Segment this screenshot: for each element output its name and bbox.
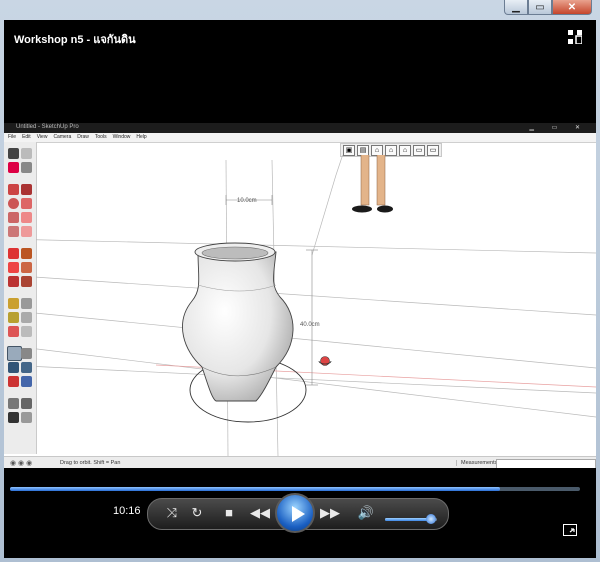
home-icon: ⌂ bbox=[371, 144, 383, 156]
move-tool-icon bbox=[8, 248, 19, 259]
arc3-tool-icon bbox=[21, 226, 32, 237]
rectangle-tool-icon bbox=[8, 184, 19, 195]
menu-view: View bbox=[36, 134, 48, 140]
fullscreen-icon[interactable] bbox=[563, 524, 577, 536]
elapsed-time: 10:16 bbox=[113, 505, 141, 517]
minimize-button[interactable]: ▁ bbox=[504, 0, 528, 15]
polygon-tool-icon bbox=[8, 212, 19, 223]
followme-tool-icon bbox=[21, 262, 32, 273]
sketchup-title: Untitled - SketchUp Pro bbox=[16, 124, 79, 130]
line-tool-icon bbox=[21, 184, 32, 195]
caption-buttons: ▁ ▭ ✕ bbox=[504, 0, 592, 15]
sketchup-menubar: File Edit View Camera Draw Tools Window … bbox=[4, 133, 596, 143]
pushpull-tool-icon bbox=[21, 248, 32, 259]
stop-icon[interactable]: ■ bbox=[220, 503, 238, 523]
iso-view-icon: ▣ bbox=[343, 144, 355, 156]
video-title: Workshop n5 - แจกันดิน bbox=[14, 34, 136, 46]
tools-palette bbox=[4, 142, 37, 454]
window-frame: ▁ ▭ ✕ Workshop n5 - แจกันดิน Untitled - … bbox=[0, 0, 600, 562]
left-view-icon: ▭ bbox=[427, 144, 439, 156]
shuffle-icon[interactable]: ⤨ bbox=[163, 503, 181, 523]
status-hint: Drag to orbit. Shift = Pan bbox=[60, 460, 121, 466]
back-view-icon: ▭ bbox=[413, 144, 425, 156]
fast-forward-icon[interactable]: ▶▶ bbox=[318, 503, 342, 523]
volume-knob[interactable] bbox=[425, 514, 436, 524]
offset-tool-icon bbox=[21, 276, 32, 287]
pan-tool-icon bbox=[21, 348, 32, 359]
scale-figure bbox=[352, 155, 393, 213]
orbit-tool-icon bbox=[7, 346, 22, 361]
orbit-cursor-icon bbox=[318, 356, 332, 366]
front-view-icon: ⌂ bbox=[385, 144, 397, 156]
zoom-extents-icon bbox=[8, 376, 19, 387]
dimension-side-label: 40.0cm bbox=[300, 322, 320, 328]
sketchup-window-buttons: ▁ ▭ ✕ bbox=[529, 125, 588, 131]
pie-tool-icon bbox=[8, 226, 19, 237]
zoom-tool-icon bbox=[8, 362, 19, 373]
maximize-button[interactable]: ▭ bbox=[528, 0, 552, 15]
volume-icon[interactable]: 🔊 bbox=[357, 503, 375, 523]
sketchup-viewport: 10.0cm 40.0cm bbox=[36, 155, 596, 456]
dimension-tool-icon bbox=[21, 298, 32, 309]
repeat-icon[interactable]: ↻ bbox=[188, 503, 206, 523]
axes-tool-icon bbox=[8, 326, 19, 337]
sketchup-titlebar: Untitled - SketchUp Pro ▁ ▭ ✕ bbox=[4, 123, 596, 133]
position-camera-icon bbox=[8, 398, 19, 409]
dimension-side bbox=[306, 249, 318, 386]
look-around-icon bbox=[21, 398, 32, 409]
paint-tool-icon bbox=[8, 162, 19, 173]
zoom-window-icon bbox=[21, 362, 32, 373]
arc-tool-icon bbox=[21, 198, 32, 209]
menu-draw: Draw bbox=[77, 134, 89, 140]
menu-tools: Tools bbox=[94, 134, 107, 140]
close-button[interactable]: ✕ bbox=[552, 0, 592, 15]
rotate-tool-icon bbox=[8, 262, 19, 273]
video-frame[interactable]: Untitled - SketchUp Pro ▁ ▭ ✕ File Edit … bbox=[4, 123, 596, 468]
eraser-tool-icon bbox=[21, 162, 32, 173]
measurements-box[interactable] bbox=[496, 459, 596, 468]
scale-tool-icon bbox=[8, 276, 19, 287]
seek-bar-progress bbox=[10, 487, 501, 491]
tape-tool-icon bbox=[8, 298, 19, 309]
freehand-tool-icon bbox=[21, 212, 32, 223]
rewind-icon[interactable]: ◀◀ bbox=[248, 503, 272, 523]
play-icon[interactable] bbox=[275, 493, 315, 533]
protractor-tool-icon bbox=[8, 312, 19, 323]
menu-window: Window bbox=[112, 134, 131, 140]
walk-tool-icon bbox=[8, 412, 19, 423]
menu-edit: Edit bbox=[22, 134, 31, 140]
guide-lines bbox=[36, 155, 596, 456]
dimension-top-label: 10.0cm bbox=[237, 198, 257, 204]
switch-view-icon[interactable] bbox=[568, 30, 582, 44]
measurements-label: Measurements bbox=[456, 460, 497, 466]
status-icons: ◉ ◉ ◉ bbox=[10, 460, 33, 467]
sketchup-statusbar: ◉ ◉ ◉ Drag to orbit. Shift = Pan Measure… bbox=[4, 456, 596, 468]
media-player: Workshop n5 - แจกันดิน Untitled - Sketch… bbox=[4, 20, 596, 558]
menu-camera: Camera bbox=[53, 134, 72, 140]
section-plane-icon bbox=[21, 412, 32, 423]
menu-file: File bbox=[8, 134, 17, 140]
right-view-icon: ⌂ bbox=[399, 144, 411, 156]
seek-bar[interactable] bbox=[10, 487, 580, 491]
volume-level bbox=[385, 518, 431, 521]
volume-slider[interactable] bbox=[385, 514, 437, 524]
circle-tool-icon bbox=[8, 198, 19, 209]
text-tool-icon bbox=[21, 312, 32, 323]
select-tool-icon bbox=[8, 148, 19, 159]
3dtext-tool-icon bbox=[21, 326, 32, 337]
component-tool-icon bbox=[21, 148, 32, 159]
top-view-icon: ▤ bbox=[357, 144, 369, 156]
previous-view-icon bbox=[21, 376, 32, 387]
menu-help: Help bbox=[136, 134, 147, 140]
